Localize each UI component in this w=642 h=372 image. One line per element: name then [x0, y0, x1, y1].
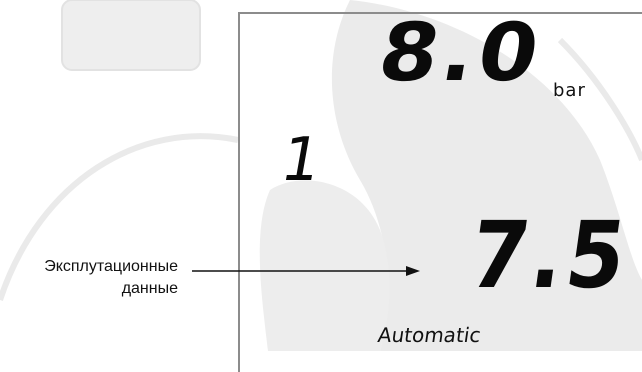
- manual-diagram: 8.0 bar 1 7.5 Automatic Эксплутационные …: [0, 0, 642, 372]
- callout-arrow-head: [406, 266, 420, 276]
- callout-arrow: [192, 266, 420, 276]
